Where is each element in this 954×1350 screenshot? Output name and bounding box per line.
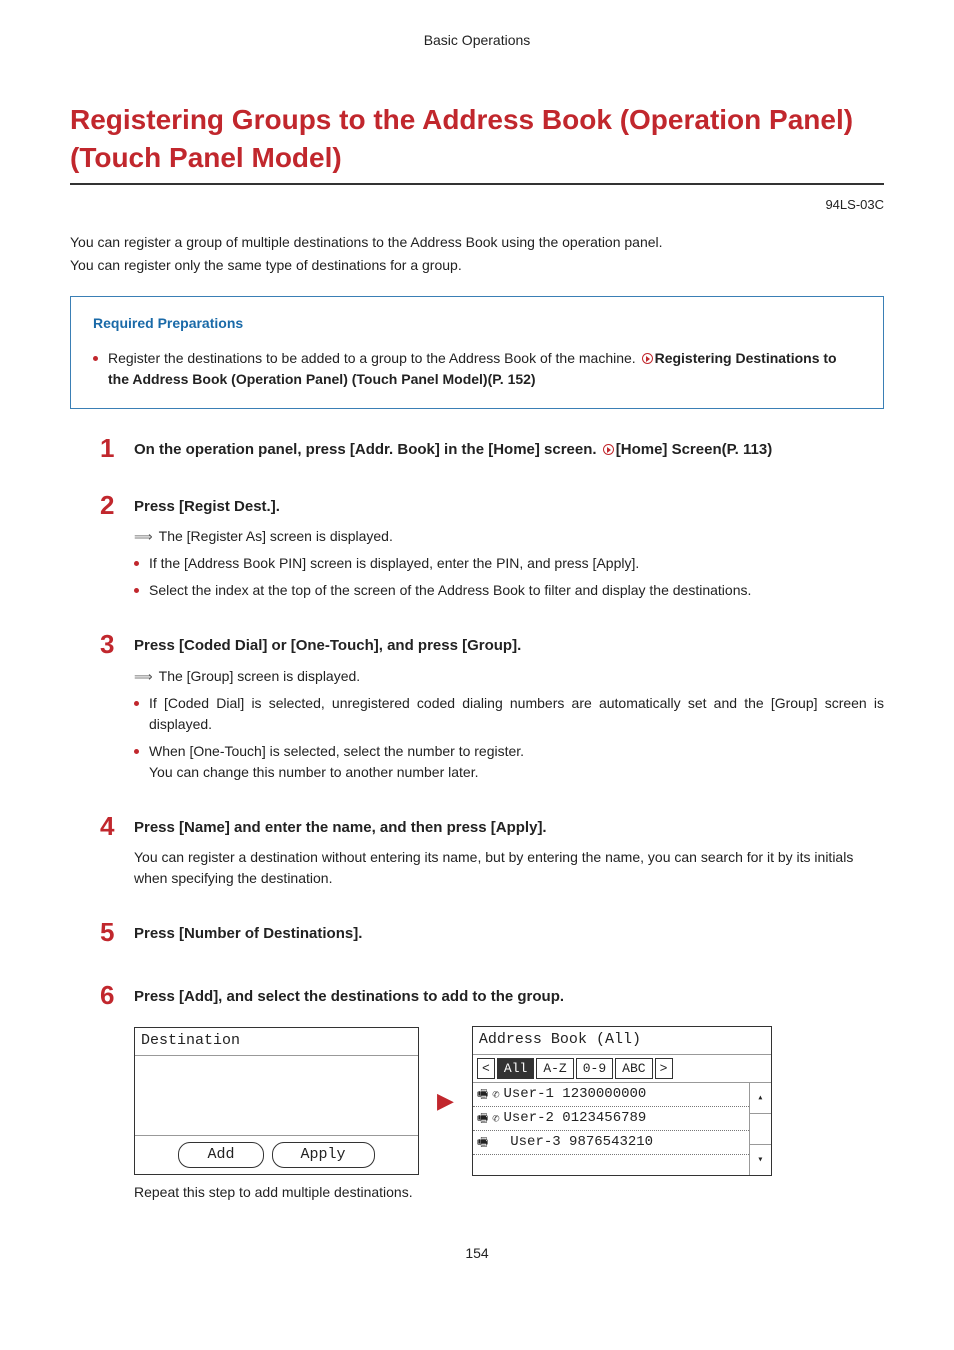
bullet-icon — [134, 561, 139, 566]
step-title: On the operation panel, press [Addr. Boo… — [134, 435, 772, 462]
page-number: 154 — [70, 1243, 884, 1264]
scrollbar[interactable]: ▴ ▾ — [749, 1083, 771, 1175]
step-number: 2 — [100, 492, 120, 518]
step-title: Press [Add], and select the destinations… — [134, 982, 564, 1009]
intro-line: You can register only the same type of d… — [70, 255, 884, 276]
required-title: Required Preparations — [93, 313, 861, 334]
page-title: Registering Groups to the Address Book (… — [70, 101, 884, 185]
step-note: If the [Address Book PIN] screen is disp… — [134, 553, 884, 574]
required-text: Register the destinations to be added to… — [108, 348, 861, 390]
step-number: 4 — [100, 813, 120, 839]
index-tabbar: < All A-Z 0-9 ABC > — [473, 1055, 771, 1084]
step-2: 2 Press [Regist Dest.]. — [100, 492, 884, 519]
step-note: ⟹ The [Register As] screen is displayed. — [134, 526, 884, 547]
list-label: User-2 0123456789 — [503, 1108, 646, 1129]
step-title: Press [Name] and enter the name, and the… — [134, 813, 547, 840]
step-3: 3 Press [Coded Dial] or [One-Touch], and… — [100, 631, 884, 658]
step-5: 5 Press [Number of Destinations]. — [100, 919, 884, 946]
bullet-icon — [134, 749, 139, 754]
bullet-icon — [93, 356, 98, 361]
handset-icon: ✆ — [492, 1086, 499, 1104]
tab-az[interactable]: A-Z — [536, 1058, 573, 1080]
cross-ref-link[interactable]: [Home] Screen(P. 113) — [616, 441, 772, 458]
bullet-icon — [134, 588, 139, 593]
step-number: 6 — [100, 982, 120, 1008]
tab-all[interactable]: All — [497, 1058, 534, 1080]
tab-abc[interactable]: ABC — [615, 1058, 652, 1080]
note-text: The [Group] screen is displayed. — [159, 666, 884, 687]
note-line: When [One-Touch] is selected, select the… — [149, 743, 524, 759]
add-button[interactable]: Add — [178, 1142, 263, 1169]
link-icon[interactable] — [603, 444, 614, 455]
step-title: Press [Number of Destinations]. — [134, 919, 362, 946]
result-arrow-icon: ⟹ — [134, 667, 153, 687]
step-4: 4 Press [Name] and enter the name, and t… — [100, 813, 884, 840]
step-note: When [One-Touch] is selected, select the… — [134, 741, 884, 783]
step-note: ⟹ The [Group] screen is displayed. — [134, 666, 884, 687]
tab-09[interactable]: 0-9 — [576, 1058, 613, 1080]
note-text: If [Coded Dial] is selected, unregistere… — [149, 693, 884, 735]
note-text: You can register a destination without e… — [134, 847, 884, 889]
bullet-icon — [134, 701, 139, 706]
link-icon[interactable] — [642, 353, 653, 364]
apply-button[interactable]: Apply — [272, 1142, 375, 1169]
step-title: Press [Regist Dest.]. — [134, 492, 280, 519]
step-note: Select the index at the top of the scree… — [134, 580, 884, 601]
list-item[interactable]: 🖷 ✆ User-1 1230000000 — [473, 1083, 749, 1107]
step-caption: Repeat this step to add multiple destina… — [134, 1182, 884, 1203]
screen-title: Address Book (All) — [473, 1027, 771, 1055]
fax-icon: 🖷 — [477, 1086, 488, 1104]
step-note: You can register a destination without e… — [134, 847, 884, 889]
screen-illustration: Destination Add Apply ▶ Address Book (Al… — [134, 1026, 884, 1176]
scroll-track — [750, 1114, 771, 1145]
intro-line: You can register a group of multiple des… — [70, 232, 884, 253]
section-header: Basic Operations — [70, 30, 884, 51]
note-text: The [Register As] screen is displayed. — [159, 526, 884, 547]
step-1: 1 On the operation panel, press [Addr. B… — [100, 435, 884, 462]
intro-text: You can register a group of multiple des… — [70, 232, 884, 276]
required-preparations-box: Required Preparations Register the desti… — [70, 296, 884, 409]
note-text: If the [Address Book PIN] screen is disp… — [149, 553, 884, 574]
handset-icon: ✆ — [492, 1110, 499, 1128]
flow-arrow-icon: ▶ — [437, 1090, 454, 1112]
empty-area — [135, 1056, 418, 1136]
fax-icon: 🖷 — [477, 1110, 488, 1128]
bullet-text: Register the destinations to be added to… — [108, 350, 640, 366]
result-arrow-icon: ⟹ — [134, 527, 153, 547]
note-line: You can change this number to another nu… — [149, 764, 478, 780]
list-label: User-3 9876543210 — [510, 1132, 653, 1153]
required-bullet: Register the destinations to be added to… — [93, 348, 861, 390]
doc-code: 94LS-03C — [70, 195, 884, 215]
scroll-down-icon[interactable]: ▾ — [750, 1145, 771, 1175]
tab-next[interactable]: > — [655, 1058, 673, 1080]
step-text: On the operation panel, press [Addr. Boo… — [134, 441, 601, 458]
list-label: User-1 1230000000 — [503, 1084, 646, 1105]
note-text: Select the index at the top of the scree… — [149, 580, 884, 601]
fax-icon: 🖷 — [477, 1134, 488, 1152]
tab-prev[interactable]: < — [477, 1058, 495, 1080]
destination-screen: Destination Add Apply — [134, 1027, 419, 1175]
list-item — [473, 1155, 749, 1175]
step-number: 5 — [100, 919, 120, 945]
address-book-screen: Address Book (All) < All A-Z 0-9 ABC > 🖷… — [472, 1026, 772, 1176]
screen-title: Destination — [135, 1028, 418, 1056]
scroll-up-icon[interactable]: ▴ — [750, 1083, 771, 1114]
step-number: 1 — [100, 435, 120, 461]
step-note: If [Coded Dial] is selected, unregistere… — [134, 693, 884, 735]
list-item[interactable]: 🖷 User-3 9876543210 — [473, 1131, 749, 1155]
note-text: When [One-Touch] is selected, select the… — [149, 741, 884, 783]
list-item[interactable]: 🖷 ✆ User-2 0123456789 — [473, 1107, 749, 1131]
step-title: Press [Coded Dial] or [One-Touch], and p… — [134, 631, 521, 658]
step-6: 6 Press [Add], and select the destinatio… — [100, 982, 884, 1009]
step-number: 3 — [100, 631, 120, 657]
